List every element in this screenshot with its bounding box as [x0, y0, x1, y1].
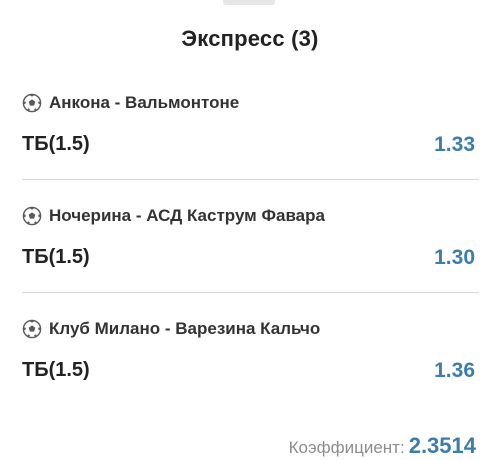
event-name: Ночерина - АСД Каструм Фавара	[49, 206, 325, 225]
soccer-ball-icon	[22, 319, 42, 339]
event-name: Клуб Милано - Варезина Кальчо	[49, 319, 321, 338]
soccer-ball-icon	[22, 206, 42, 226]
total-coefficient: Коэффициент: 2.3514	[289, 433, 476, 459]
event-row: Анкона - Вальмонтоне	[22, 92, 239, 114]
event-row: Клуб Милано - Варезина Кальчо	[22, 318, 320, 340]
divider	[22, 179, 479, 180]
odds-value[interactable]: 1.33	[434, 133, 475, 157]
express-title: Экспресс (3)	[181, 26, 319, 51]
coefficient-label: Коэффициент:	[288, 438, 405, 457]
odds-value[interactable]: 1.36	[434, 359, 475, 383]
divider	[22, 292, 479, 293]
bet-item: Анкона - Вальмонтоне ТБ(1.5) 1.33	[0, 92, 500, 205]
event-row: Ночерина - АСД Каструм Фавара	[22, 205, 325, 227]
market-label: ТБ(1.5)	[22, 246, 90, 268]
bet-item: Клуб Милано - Варезина Кальчо ТБ(1.5) 1.…	[0, 318, 500, 431]
soccer-ball-icon	[22, 93, 42, 113]
odds-value[interactable]: 1.30	[434, 246, 475, 270]
sheet-grabber-handle[interactable]	[223, 0, 275, 5]
market-label: ТБ(1.5)	[22, 133, 90, 155]
bet-item: Ночерина - АСД Каструм Фавара ТБ(1.5) 1.…	[0, 205, 500, 318]
market-label: ТБ(1.5)	[22, 359, 90, 381]
coefficient-value: 2.3514	[408, 433, 476, 458]
event-name: Анкона - Вальмонтоне	[49, 93, 240, 112]
